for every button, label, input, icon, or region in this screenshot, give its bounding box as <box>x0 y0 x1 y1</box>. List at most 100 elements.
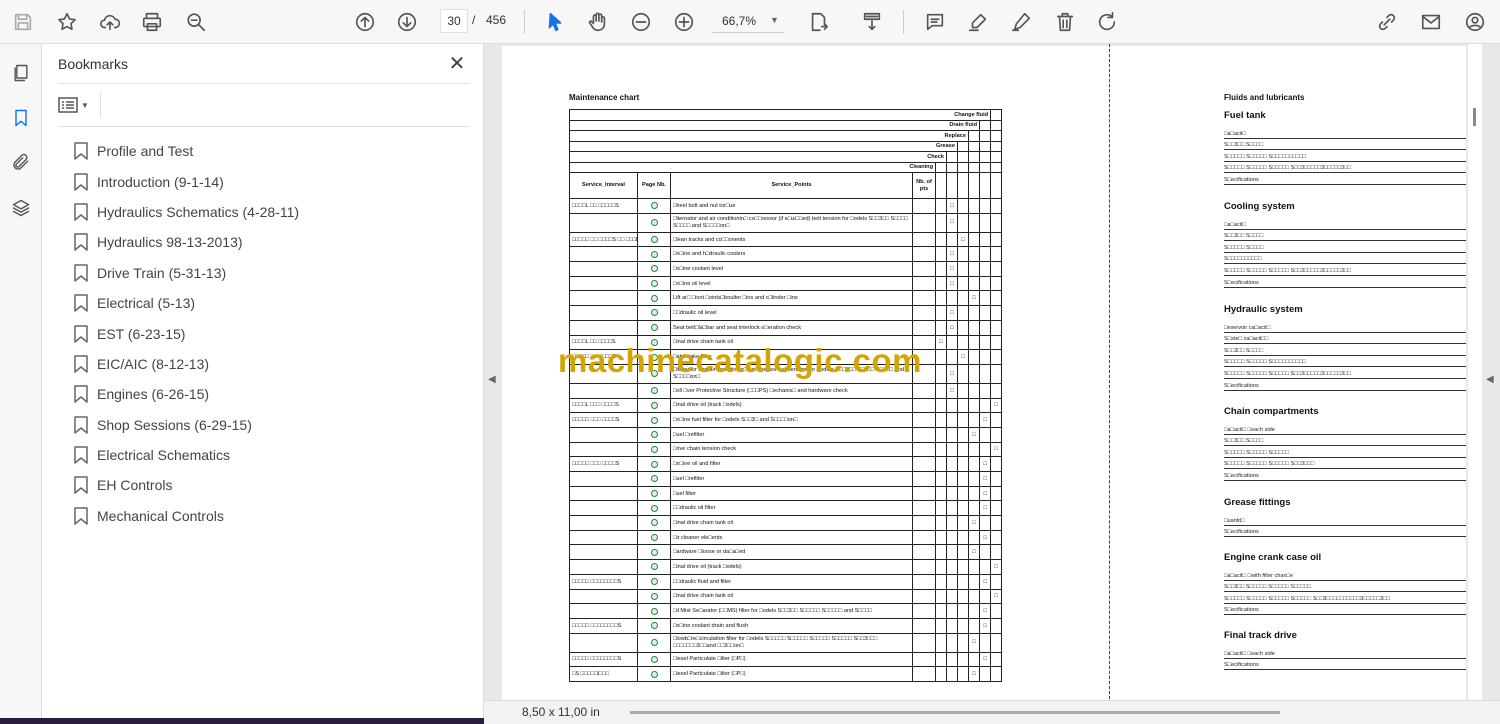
page-link-cell[interactable] <box>637 275 671 292</box>
link-icon[interactable] <box>650 280 658 288</box>
page-link-cell[interactable] <box>637 456 671 472</box>
bookmark-item[interactable]: Shop Sessions (6-29-15) <box>74 410 464 440</box>
page-number-input[interactable]: 30 <box>440 9 468 33</box>
page-link-cell[interactable] <box>637 559 671 575</box>
page-link-cell[interactable] <box>637 426 671 443</box>
bookmark-item[interactable]: EIC/AIC (8-12-13) <box>74 349 464 379</box>
link-icon[interactable] <box>650 638 658 646</box>
link-icon[interactable] <box>650 445 658 453</box>
page-link-cell[interactable] <box>637 544 671 561</box>
page-link-cell[interactable] <box>637 666 671 682</box>
attachment-icon[interactable] <box>8 149 34 175</box>
bookmark-item[interactable]: EH Controls <box>74 470 464 500</box>
bookmark-item[interactable]: Hydraulics 98-13-2013) <box>74 227 464 257</box>
page-link-cell[interactable] <box>637 651 671 668</box>
select-cursor-icon[interactable] <box>540 7 570 37</box>
link-icon[interactable] <box>650 578 658 586</box>
highlight-pen-icon[interactable] <box>963 7 993 37</box>
zoom-search-icon[interactable] <box>181 7 211 37</box>
page-link-cell[interactable] <box>637 246 671 263</box>
delete-icon[interactable] <box>1050 7 1080 37</box>
page-link-cell[interactable] <box>637 617 671 634</box>
hand-tool-icon[interactable] <box>583 7 613 37</box>
page-link-cell[interactable] <box>637 319 671 336</box>
share-link-icon[interactable] <box>1372 7 1402 37</box>
scrollbar-thumb[interactable] <box>1473 108 1476 126</box>
page-link-cell[interactable] <box>637 485 671 502</box>
collapse-left-icon[interactable]: ◀ <box>488 374 496 385</box>
bookmark-item[interactable]: Drive Train (5-31-13) <box>74 258 464 288</box>
link-icon[interactable] <box>650 236 658 244</box>
link-icon[interactable] <box>650 218 658 226</box>
cloud-upload-icon[interactable] <box>95 7 125 37</box>
link-icon[interactable] <box>650 670 658 678</box>
bookmark-item[interactable]: Mechanical Controls <box>74 501 464 531</box>
zoom-in-icon[interactable] <box>669 7 699 37</box>
link-icon[interactable] <box>650 504 658 512</box>
vertical-scrollbar[interactable] <box>1468 44 1482 700</box>
comment-icon[interactable] <box>920 7 950 37</box>
bookmark-item[interactable]: Electrical Schematics <box>74 440 464 470</box>
bookmark-item[interactable]: Hydraulics Schematics (4-28-11) <box>74 197 464 227</box>
close-icon[interactable]: ✕ <box>446 52 468 75</box>
next-page-icon[interactable] <box>392 7 422 37</box>
page-link-cell[interactable] <box>637 261 671 277</box>
star-icon[interactable] <box>52 7 82 37</box>
zoom-out-icon[interactable] <box>626 7 656 37</box>
link-icon[interactable] <box>650 622 658 630</box>
email-icon[interactable] <box>1416 7 1446 37</box>
bookmark-options-button[interactable]: ▼ <box>58 94 98 116</box>
page-link-cell[interactable] <box>637 212 671 233</box>
page-link-cell[interactable] <box>637 382 671 399</box>
page-link-cell[interactable] <box>637 632 671 653</box>
link-icon[interactable] <box>650 475 658 483</box>
link-icon[interactable] <box>650 490 658 498</box>
page-link-cell[interactable] <box>637 500 671 517</box>
link-icon[interactable] <box>650 534 658 542</box>
bookmark-item[interactable]: Electrical (5-13) <box>74 288 464 318</box>
link-icon[interactable] <box>650 607 658 615</box>
page-link-cell[interactable] <box>637 588 671 605</box>
scroll-mode-icon[interactable] <box>857 7 887 37</box>
link-icon[interactable] <box>650 431 658 439</box>
bookmark-item[interactable]: Profile and Test <box>74 136 464 166</box>
link-icon[interactable] <box>650 416 658 424</box>
link-icon[interactable] <box>650 202 658 210</box>
page-thumbnails-icon[interactable] <box>8 60 34 86</box>
page-link-cell[interactable] <box>637 471 671 487</box>
previous-page-icon[interactable] <box>350 7 380 37</box>
bookmark-panel-icon[interactable] <box>8 105 34 131</box>
rotate-icon[interactable] <box>1092 7 1122 37</box>
page-link-cell[interactable] <box>637 441 671 458</box>
page-link-cell[interactable] <box>637 412 671 428</box>
bookmark-item[interactable]: Introduction (9-1-14) <box>74 166 464 196</box>
print-icon[interactable] <box>137 7 167 37</box>
bookmark-item[interactable]: Engines (6-26-15) <box>74 379 464 409</box>
horizontal-scrollbar[interactable] <box>630 711 1280 714</box>
link-icon[interactable] <box>650 460 658 468</box>
link-icon[interactable] <box>650 250 658 258</box>
save-icon[interactable] <box>8 7 38 37</box>
page-link-cell[interactable] <box>637 231 671 248</box>
link-icon[interactable] <box>650 548 658 556</box>
page-link-cell[interactable] <box>637 529 671 546</box>
link-icon[interactable] <box>650 387 658 395</box>
link-icon[interactable] <box>650 324 658 332</box>
link-icon[interactable] <box>650 563 658 571</box>
link-icon[interactable] <box>650 655 658 663</box>
chevron-down-icon[interactable]: ▼ <box>770 15 779 25</box>
page-link-cell[interactable] <box>637 603 671 619</box>
link-icon[interactable] <box>650 265 658 273</box>
page-link-cell[interactable] <box>637 397 671 414</box>
page-link-cell[interactable] <box>637 198 671 214</box>
sign-pen-icon[interactable] <box>1006 7 1036 37</box>
page-link-cell[interactable] <box>637 305 671 321</box>
link-icon[interactable] <box>650 592 658 600</box>
link-icon[interactable] <box>650 309 658 317</box>
link-icon[interactable] <box>650 519 658 527</box>
page-fit-icon[interactable] <box>804 7 834 37</box>
bookmark-item[interactable]: EST (6-23-15) <box>74 318 464 348</box>
page-link-cell[interactable] <box>637 515 671 531</box>
collapse-right-icon[interactable]: ◀ <box>1486 374 1494 385</box>
account-icon[interactable] <box>1460 7 1490 37</box>
